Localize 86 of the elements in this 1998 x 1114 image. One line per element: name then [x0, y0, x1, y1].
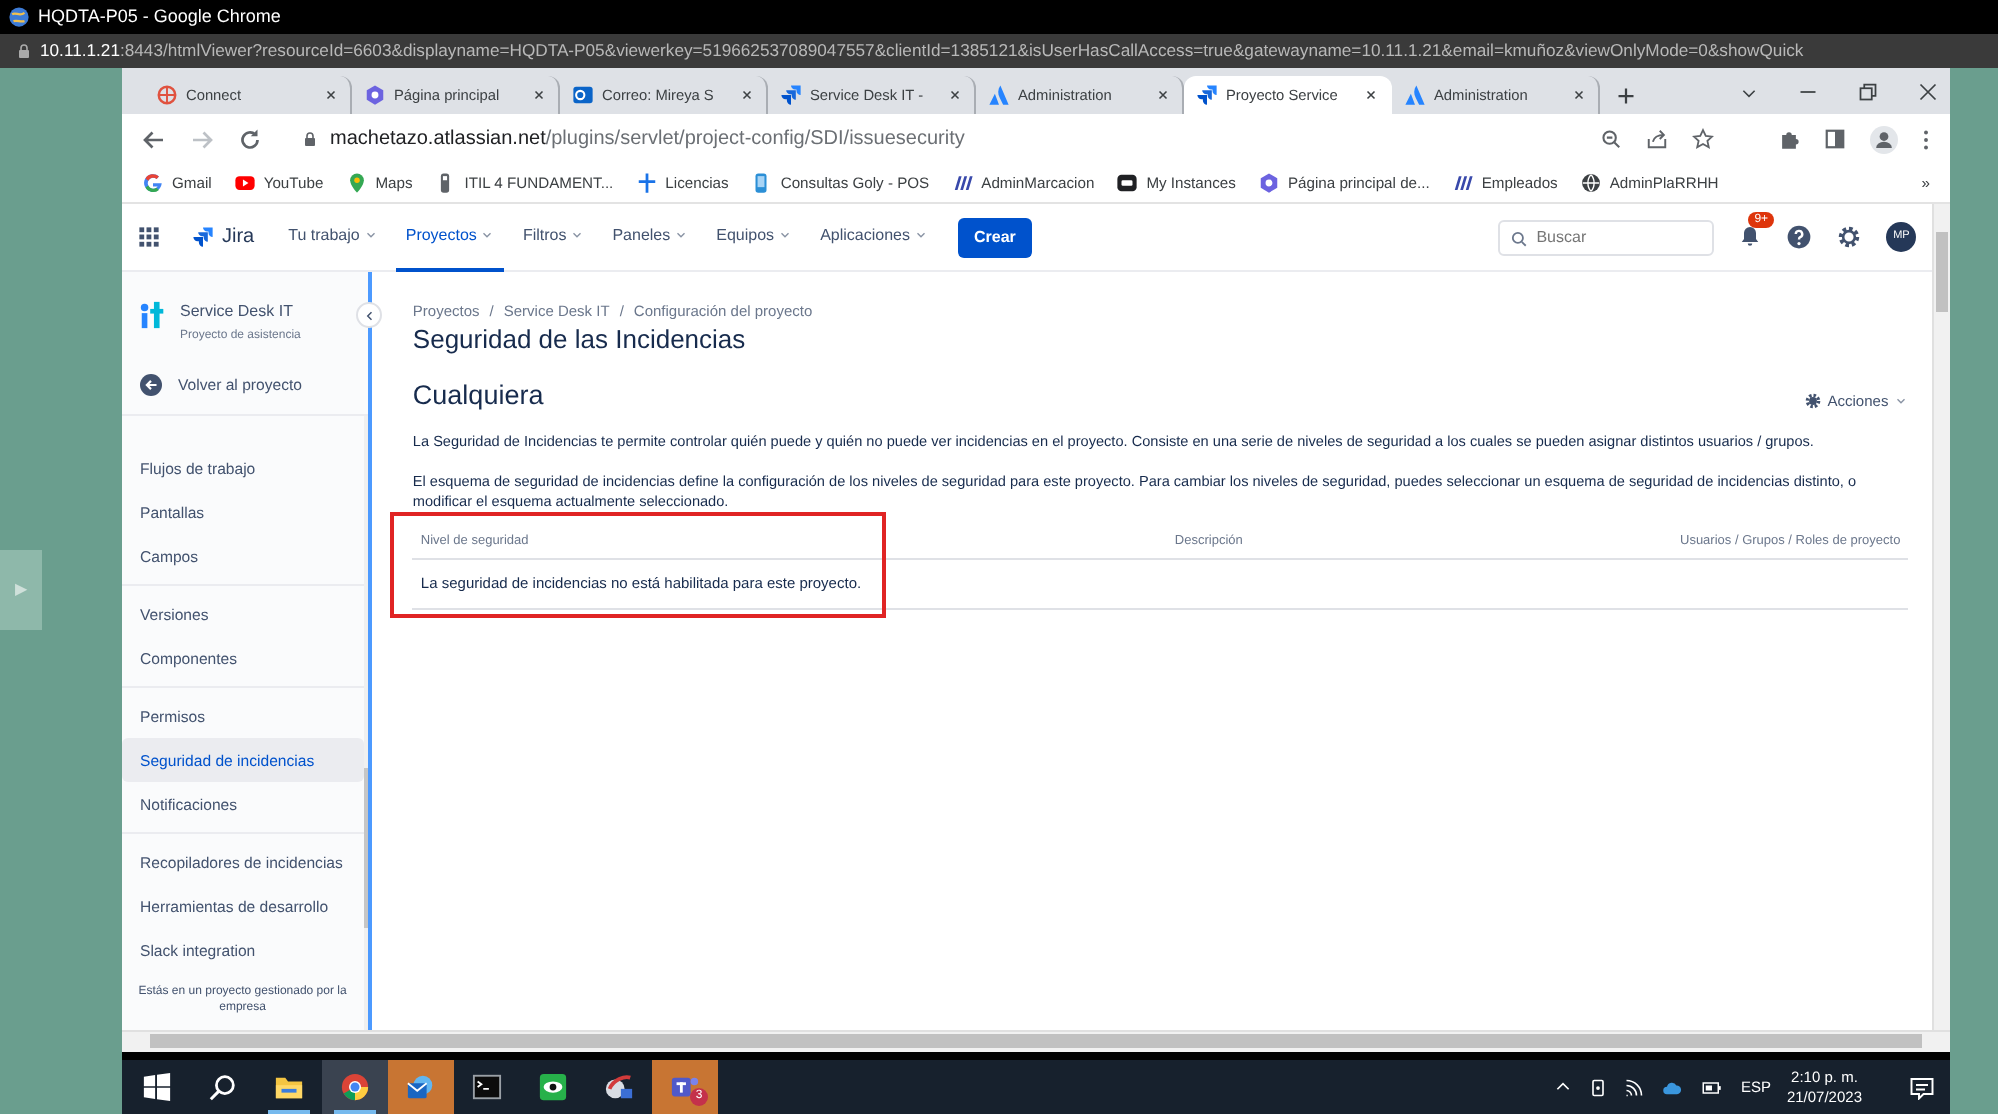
lock-icon — [16, 42, 32, 60]
reload-icon[interactable] — [238, 127, 262, 151]
puzzle-icon[interactable] — [1778, 128, 1800, 150]
site-icon — [1404, 84, 1426, 106]
close-icon[interactable] — [1918, 82, 1938, 102]
app-switcher-icon[interactable] — [138, 226, 160, 248]
search-icon — [208, 1072, 238, 1102]
site-icon — [1579, 171, 1602, 194]
window-title: HQDTA-P05 - Google Chrome — [38, 3, 281, 30]
site-icon — [780, 84, 802, 106]
nav-menu[interactable]: Paneles — [602, 203, 699, 271]
search-field[interactable]: Buscar — [1498, 219, 1715, 255]
close-icon[interactable] — [1572, 88, 1586, 102]
side-panel-icon[interactable] — [1824, 128, 1846, 150]
caret-icon — [778, 228, 793, 242]
project-name: Service Desk IT — [180, 300, 295, 324]
close-icon[interactable] — [324, 88, 338, 102]
site-icon — [1451, 171, 1474, 194]
caret-icon — [480, 228, 495, 242]
caret-icon — [674, 228, 689, 242]
eye-icon — [538, 1072, 568, 1102]
collapse-button[interactable] — [356, 302, 383, 328]
close-icon[interactable] — [1156, 88, 1170, 102]
start-icon — [142, 1072, 172, 1102]
chevron-left-icon — [363, 309, 376, 321]
site-icon — [233, 171, 256, 194]
star-icon[interactable] — [1692, 128, 1714, 150]
mail-icon — [406, 1072, 436, 1102]
jira-logo[interactable] — [192, 226, 214, 248]
bell-icon[interactable] — [1738, 224, 1763, 249]
share-icon[interactable] — [1646, 128, 1668, 150]
back-arrow-icon[interactable] — [140, 374, 162, 397]
wifi-icon[interactable] — [1624, 1077, 1645, 1097]
site-icon — [951, 171, 974, 194]
scrollbar[interactable] — [1932, 204, 1950, 1030]
restore-icon[interactable] — [1858, 82, 1878, 102]
caret-icon — [913, 228, 928, 242]
back-icon[interactable] — [142, 127, 166, 151]
page-title: Seguridad de las Incidencias — [412, 324, 748, 356]
nav-menu[interactable]: Equipos — [706, 203, 803, 271]
terminal-icon — [472, 1072, 502, 1102]
profile-icon[interactable] — [1870, 125, 1898, 153]
site-icon — [635, 171, 658, 194]
more-icon[interactable] — [1922, 127, 1930, 151]
caret-icon — [363, 228, 378, 242]
site-icon — [156, 84, 178, 106]
network-icon — [604, 1072, 634, 1102]
teams-icon — [670, 1072, 700, 1102]
create-button[interactable]: Crear — [957, 217, 1032, 257]
scrollbar[interactable] — [122, 1030, 1950, 1052]
close-icon[interactable] — [1364, 88, 1378, 102]
caret-icon — [570, 228, 585, 242]
caret-icon — [1894, 393, 1909, 408]
folder-icon — [274, 1072, 304, 1102]
close-icon[interactable] — [948, 88, 962, 102]
project-icon — [138, 300, 168, 330]
close-icon[interactable] — [740, 88, 754, 102]
notification-icon[interactable] — [1910, 1075, 1934, 1099]
site-icon — [1116, 171, 1139, 194]
help-icon[interactable] — [1786, 224, 1813, 250]
site-icon — [345, 171, 368, 194]
settings-icon[interactable] — [1836, 224, 1863, 250]
site-icon — [1257, 171, 1280, 194]
product-name[interactable]: Jira — [222, 222, 255, 252]
plus-icon[interactable] — [1616, 85, 1636, 106]
site-icon — [572, 84, 594, 106]
taskbar-app[interactable] — [322, 1060, 388, 1114]
close-icon[interactable] — [532, 88, 546, 102]
nav-menu[interactable]: Tu trabajo — [278, 203, 388, 271]
site-icon — [364, 84, 386, 106]
site-icon — [1196, 84, 1218, 106]
cloud-icon[interactable] — [1660, 1077, 1685, 1097]
site-icon — [988, 84, 1010, 106]
scrollbar[interactable] — [363, 415, 369, 1030]
globe-icon — [8, 6, 30, 28]
site-icon — [142, 171, 164, 194]
battery-icon[interactable] — [1700, 1077, 1725, 1097]
gear-icon — [1803, 391, 1822, 410]
device-icon[interactable] — [1588, 1077, 1609, 1097]
lock-icon[interactable] — [302, 130, 318, 148]
browser-icon — [340, 1072, 370, 1102]
scheme-name: Cualquiera — [412, 379, 544, 413]
nav-menu[interactable]: Filtros — [512, 203, 595, 271]
site-icon — [750, 171, 773, 194]
nav-menu[interactable]: Aplicaciones — [810, 203, 938, 271]
zoom-icon[interactable] — [1600, 128, 1622, 150]
